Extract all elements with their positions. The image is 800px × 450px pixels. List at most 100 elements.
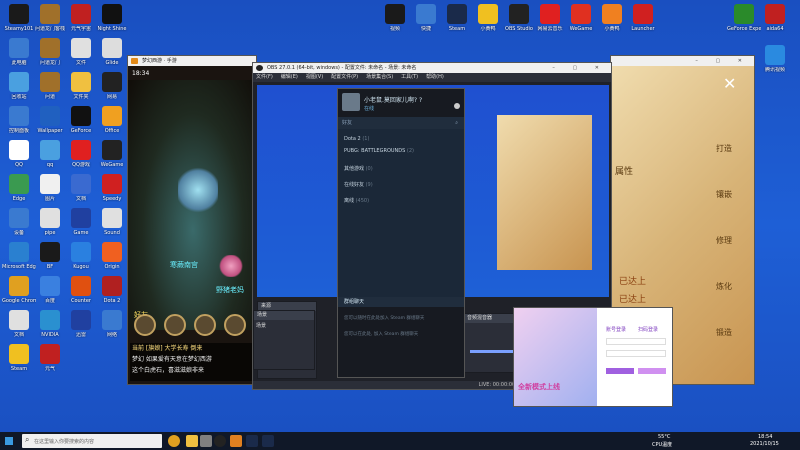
desktop-shortcut[interactable]: aida64 — [758, 4, 792, 32]
desktop-shortcut[interactable]: Steamy101 — [2, 4, 36, 32]
desktop-shortcut[interactable]: 问道龙门 — [33, 38, 67, 66]
desktop-shortcut[interactable]: Launcher — [626, 4, 660, 32]
desktop-shortcut[interactable]: 小黄鸭 — [595, 4, 629, 32]
desktop-shortcut[interactable]: 腾讯视频 — [758, 45, 792, 73]
desktop-shortcut[interactable]: OBS Studio — [502, 4, 536, 32]
desktop-shortcut[interactable]: 问道龙门客栈 — [33, 4, 67, 32]
obs-icon[interactable] — [214, 435, 226, 447]
steam-group-row[interactable]: PUBG: BATTLEGROUNDS (2) — [338, 145, 464, 157]
desktop-shortcut[interactable]: 此电脑 — [2, 38, 36, 66]
game-skill-bar[interactable] — [134, 314, 254, 338]
login-panel[interactable]: 账号登录 扫码登录 — [600, 308, 672, 406]
menu-tools[interactable]: 工具(T) — [401, 73, 418, 82]
register-button[interactable] — [638, 368, 666, 374]
desktop-shortcut[interactable]: 控制面板 — [2, 106, 36, 134]
taskbar-search-box[interactable]: ⌕ 在这里输入你要搜索的内容 — [22, 434, 162, 448]
desktop-shortcut[interactable]: 文件夹 — [64, 72, 98, 100]
desktop-shortcut[interactable]: 文档 — [64, 174, 98, 202]
desktop-shortcut[interactable]: Kugou — [64, 242, 98, 270]
desktop-shortcut[interactable]: Sound — [95, 208, 129, 236]
steam-group-row[interactable]: 离线 (450) — [338, 195, 464, 207]
obs-scenes-panel[interactable]: 场景 场景 — [253, 310, 315, 370]
desktop-shortcut[interactable]: 网易云音乐 — [533, 4, 567, 32]
desktop-shortcut[interactable]: Google Chrome — [2, 276, 36, 304]
desktop-shortcut[interactable]: 百度 — [33, 276, 67, 304]
desktop-shortcut[interactable]: 设备 — [2, 208, 36, 236]
menu-profile[interactable]: 配置文件(P) — [331, 73, 358, 82]
menu-view[interactable]: 视图(V) — [306, 73, 323, 82]
desktop-shortcut[interactable]: 快捷 — [409, 4, 443, 32]
desktop-shortcut[interactable]: GeForce — [64, 106, 98, 134]
desktop-shortcut[interactable]: 网络 — [95, 310, 129, 338]
desktop-shortcut[interactable]: 视频 — [378, 4, 412, 32]
obs-menubar[interactable]: 文件(F) 编辑(E) 视图(V) 配置文件(P) 场景集合(S) 工具(T) … — [253, 73, 611, 82]
skill-slot-icon[interactable] — [224, 314, 246, 336]
window-controls[interactable]: – ▢ ✕ — [552, 63, 607, 73]
desktop-shortcut[interactable]: Dota 2 — [95, 276, 129, 304]
menu-scene-collection[interactable]: 场景集合(S) — [366, 73, 393, 82]
desktop-shortcut[interactable]: QQ — [2, 140, 36, 168]
taskbar[interactable]: ⌕ 在这里输入你要搜索的内容 55°C CPU温度 18:54 2021/10/… — [0, 432, 800, 450]
desktop-shortcut[interactable]: Game — [64, 208, 98, 236]
steam-group-row[interactable]: 在线好友 (9) — [338, 179, 464, 191]
chrome-icon[interactable] — [168, 435, 180, 447]
skill-slot-icon[interactable] — [194, 314, 216, 336]
close-icon[interactable]: ✕ — [723, 74, 736, 93]
desktop-shortcut[interactable]: WeGame — [564, 4, 598, 32]
steam-group-row[interactable]: Dota 2 (1) — [338, 133, 464, 145]
right-game-menu[interactable]: 打造 镶嵌 修理 炼化 锻造 — [699, 126, 749, 356]
steam-icon[interactable] — [246, 435, 258, 447]
folder-icon[interactable] — [186, 435, 198, 447]
steam-search-bar[interactable]: 好友 ⌕ — [338, 117, 464, 129]
login-title[interactable]: 账号登录 — [606, 326, 626, 333]
promo-login-window[interactable]: 全新模式上线 账号登录 扫码登录 — [513, 307, 673, 407]
menu-item[interactable]: 炼化 — [699, 264, 749, 310]
desktop-shortcut[interactable]: qq — [33, 140, 67, 168]
taskbar-time[interactable]: 18:54 — [758, 434, 772, 440]
desktop-shortcut[interactable]: Speedy — [95, 174, 129, 202]
desktop-shortcut[interactable]: 小黄鸭 — [471, 4, 505, 32]
desktop-shortcut[interactable]: Night Shine — [95, 4, 129, 32]
game-scene[interactable]: 寒蕨南宫 野猪老妈 好友 — [128, 80, 256, 330]
skill-slot-icon[interactable] — [164, 314, 186, 336]
desktop-shortcut[interactable]: NVIDIA — [33, 310, 67, 338]
desktop-shortcut[interactable]: 图片 — [33, 174, 67, 202]
steam-icon[interactable] — [262, 435, 274, 447]
obs-titlebar[interactable]: OBS 27.0.1 (64-bit, windows) - 配置文件: 未命名… — [253, 63, 611, 73]
password-field[interactable] — [606, 350, 666, 357]
steam-chat-panel[interactable]: 群组聊天 您可以随时在此处加入 Steam 群组聊天 您可以在此处, 加入 St… — [338, 297, 464, 377]
desktop-shortcut[interactable]: 元气宇宙 — [64, 4, 98, 32]
menu-file[interactable]: 文件(F) — [256, 73, 273, 82]
desktop-shortcut[interactable]: 迅雷 — [64, 310, 98, 338]
scene-item[interactable]: 场景 — [254, 320, 314, 331]
desktop-shortcut[interactable]: BF — [33, 242, 67, 270]
desktop-shortcut[interactable]: 网易 — [95, 72, 129, 100]
menu-item[interactable]: 修理 — [699, 218, 749, 264]
steam-friends-list[interactable]: Dota 2 (1) PUBG: BATTLEGROUNDS (2) 其他游戏 … — [338, 129, 464, 207]
steam-group-row[interactable]: 其他游戏 (0) — [338, 163, 464, 175]
desktop-shortcut[interactable]: Microsoft Edge — [2, 242, 36, 270]
desktop-shortcut[interactable]: Counter — [64, 276, 98, 304]
username-field[interactable] — [606, 338, 666, 345]
desktop-shortcut[interactable]: 回收站 — [2, 72, 36, 100]
gear-icon[interactable] — [454, 103, 460, 109]
desktop-shortcut[interactable]: Edge — [2, 174, 36, 202]
desktop-shortcut[interactable]: GeForce Experience — [727, 4, 761, 32]
menu-item[interactable]: 打造 — [699, 126, 749, 172]
search-icon[interactable]: ⌕ — [455, 117, 458, 129]
desktop-shortcut[interactable]: Office — [95, 106, 129, 134]
desktop-shortcut[interactable]: Steam — [440, 4, 474, 32]
desktop-shortcut[interactable]: Wallpaper — [33, 106, 67, 134]
desktop-shortcut[interactable]: Glide — [95, 38, 129, 66]
desktop-shortcut[interactable]: WeGame — [95, 140, 129, 168]
desktop-shortcut[interactable]: 问道 — [33, 72, 67, 100]
login-button[interactable] — [606, 368, 634, 374]
game-window[interactable]: 梦幻西游 · 手游 18:34 寒蕨南宫 野猪老妈 好友 当前 [旗娘] 大学长… — [127, 55, 257, 385]
skill-slot-icon[interactable] — [134, 314, 156, 336]
menu-item[interactable]: 镶嵌 — [699, 172, 749, 218]
login-tab[interactable]: 扫码登录 — [638, 326, 658, 333]
menu-item[interactable]: 锻造 — [699, 310, 749, 356]
steam-friends-window[interactable]: 小老鼠.莫回家儿啊? ? 在线 好友 ⌕ Dota 2 (1) PUBG: BA… — [337, 88, 465, 378]
menu-edit[interactable]: 编辑(E) — [281, 73, 298, 82]
game-window-titlebar[interactable]: 梦幻西游 · 手游 — [128, 56, 256, 66]
